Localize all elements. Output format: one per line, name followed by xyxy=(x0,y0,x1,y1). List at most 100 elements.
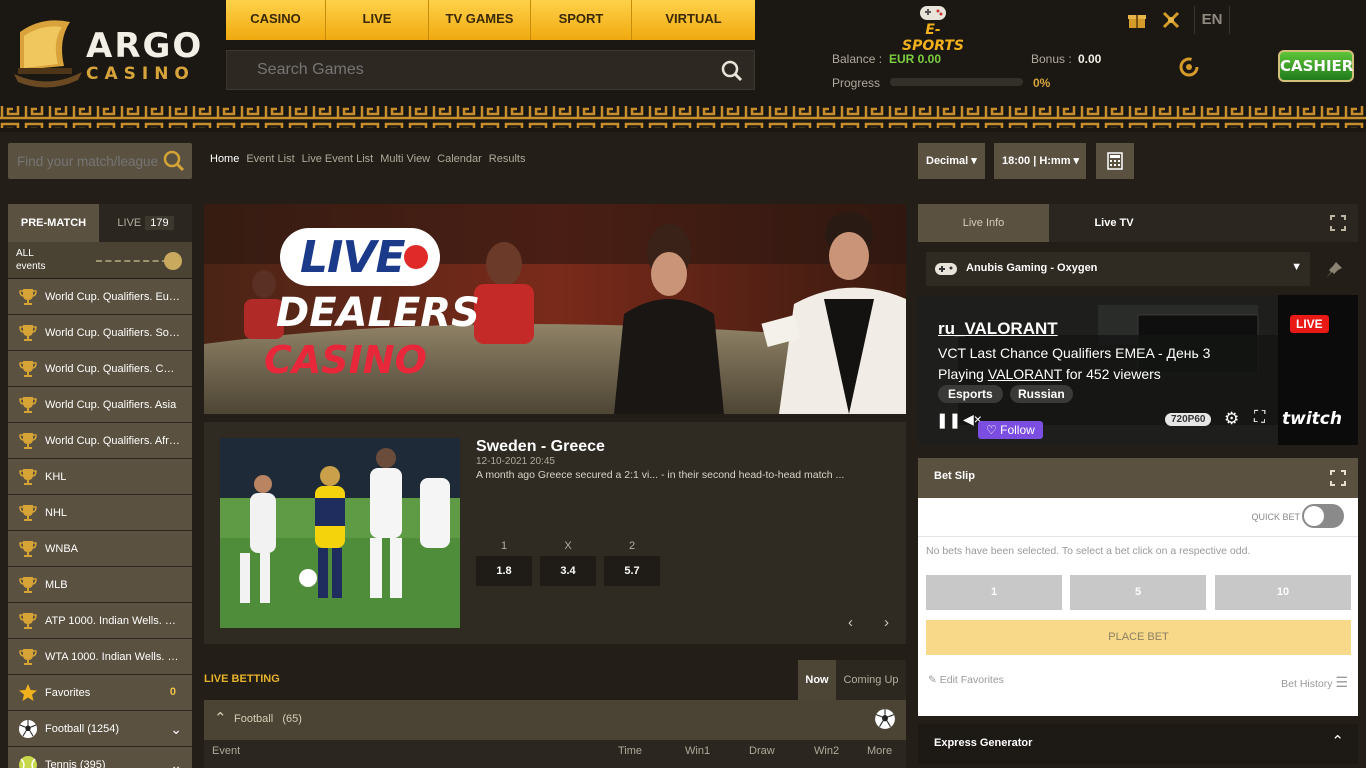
trophy-icon xyxy=(19,324,37,341)
crumb-results[interactable]: Results xyxy=(489,153,526,165)
crumb-home[interactable]: Home xyxy=(210,153,239,165)
sidebar-item-tennis[interactable]: Tennis (395) ⌄ xyxy=(8,747,192,768)
express-generator-header[interactable]: Express Generator ⌃ xyxy=(918,724,1358,764)
match-search xyxy=(8,143,192,179)
stream-tag-russian[interactable]: Russian xyxy=(1010,385,1073,403)
search-input[interactable] xyxy=(257,59,697,81)
bet-history-link[interactable]: Bet History ☰ xyxy=(1281,674,1348,691)
progress-bar xyxy=(890,78,1023,86)
crumb-live-event-list[interactable]: Live Event List xyxy=(302,153,374,165)
stream-selector[interactable]: Anubis Gaming - Oxygen ▼ xyxy=(926,252,1310,286)
col-time: Time xyxy=(618,745,643,757)
place-bet-button[interactable]: PLACE BET xyxy=(926,620,1351,655)
time-slider-track[interactable] xyxy=(96,260,168,262)
tab-live-label: LIVE xyxy=(117,217,142,229)
calculator-button[interactable] xyxy=(1096,143,1134,179)
odd-button-2[interactable]: 5.7 xyxy=(604,556,660,586)
banner-dealers-text: DEALERS xyxy=(276,290,480,336)
gift-icon[interactable] xyxy=(1120,6,1154,34)
sidebar-item-atp-indian-wells[interactable]: ATP 1000. Indian Wells. Hard xyxy=(8,603,192,639)
sport-count: (65) xyxy=(282,713,302,725)
sidebar-item-wc-south-america[interactable]: World Cup. Qualifiers. South America xyxy=(8,315,192,351)
odds-format-dropdown[interactable]: Decimal ▾ xyxy=(918,143,985,179)
stream-channel[interactable]: ru_VALORANT xyxy=(938,319,1058,339)
empty-betslip-message: No bets have been selected. To select a … xyxy=(926,545,1251,557)
sidebar-item-football[interactable]: Football (1254) ⌄ xyxy=(8,711,192,747)
chevron-up-icon[interactable]: ⌃ xyxy=(1331,732,1344,750)
bonus-label: Bonus : xyxy=(1031,52,1072,66)
crumb-event-list[interactable]: Event List xyxy=(246,153,294,165)
live-count-badge: 179 xyxy=(145,216,174,230)
nav-sport[interactable]: SPORT xyxy=(531,0,632,40)
nav-tv-games[interactable]: TV GAMES xyxy=(429,0,531,40)
settings-gear-icon[interactable]: ⚙ xyxy=(1224,409,1239,429)
match-title[interactable]: Sweden - Greece xyxy=(476,438,605,456)
nav-live-casino[interactable]: LIVE CASINO xyxy=(326,0,429,64)
quick-bet-toggle[interactable] xyxy=(1302,504,1344,528)
quality-badge[interactable]: 720P60 xyxy=(1165,413,1212,426)
time-slider-handle[interactable] xyxy=(164,252,182,270)
sidebar-item-wta-indian-wells[interactable]: WTA 1000. Indian Wells. Hard xyxy=(8,639,192,675)
chevron-up-icon[interactable]: ⌃ xyxy=(214,709,227,727)
carousel-prev-icon[interactable]: ‹ xyxy=(848,614,853,631)
tab-live-info[interactable]: Live Info xyxy=(918,204,1049,242)
chevron-down-icon[interactable]: ⌄ xyxy=(170,757,182,768)
betslip-header: Bet Slip xyxy=(918,458,1358,498)
sidebar-item-wc-europe[interactable]: World Cup. Qualifiers. Europe xyxy=(8,279,192,315)
twitch-video-player[interactable]: ru_VALORANT VCT Last Chance Qualifiers E… xyxy=(918,295,1358,445)
fullscreen-icon[interactable]: ⛶ xyxy=(1254,409,1265,427)
cashier-button[interactable]: CASHIER xyxy=(1278,50,1354,82)
time-format-dropdown[interactable]: 18:00 | H:mm ▾ xyxy=(994,143,1086,179)
stream-tag-esports[interactable]: Esports xyxy=(938,385,1003,403)
expand-icon[interactable] xyxy=(1330,470,1346,486)
odd-button-1[interactable]: 1.8 xyxy=(476,556,532,586)
sidebar-item-wc-africa[interactable]: World Cup. Qualifiers. Africa xyxy=(8,423,192,459)
twitch-logo[interactable]: twitch xyxy=(1282,409,1342,429)
esports-link[interactable]: E-SPORTS xyxy=(896,2,970,54)
tab-live-tv[interactable]: Live TV xyxy=(1049,204,1179,242)
language-selector[interactable]: EN xyxy=(1194,6,1230,34)
search-icon[interactable] xyxy=(162,149,186,173)
football-group-header[interactable]: ⌃ Football (65) xyxy=(204,700,906,740)
sidebar-item-khl[interactable]: KHL xyxy=(8,459,192,495)
chevron-down-icon[interactable]: ⌄ xyxy=(170,721,182,738)
game-search xyxy=(226,50,755,90)
sidebar-item-favorites[interactable]: Favorites 0 xyxy=(8,675,192,711)
nav-virtual-sport[interactable]: VIRTUAL SPORT xyxy=(632,0,755,64)
crumb-calendar[interactable]: Calendar xyxy=(437,153,482,165)
sidebar-item-mlb[interactable]: MLB xyxy=(8,567,192,603)
sidebar-item-label: World Cup. Qualifiers. Asia xyxy=(45,398,177,411)
favorites-count: 0 xyxy=(169,686,176,698)
tab-now[interactable]: Now xyxy=(798,660,836,700)
trophy-icon xyxy=(19,288,37,305)
stake-button-10[interactable]: 10 xyxy=(1215,575,1351,610)
sidebar-item-nhl[interactable]: NHL xyxy=(8,495,192,531)
tournament-icon[interactable] xyxy=(1154,6,1188,34)
sidebar-item-label: WNBA xyxy=(45,542,78,555)
betslip-body: QUICK BET No bets have been selected. To… xyxy=(918,498,1358,716)
sidebar-item-wc-asia[interactable]: World Cup. Qualifiers. Asia xyxy=(8,387,192,423)
tab-coming-up[interactable]: Coming Up xyxy=(836,660,906,700)
pin-icon[interactable] xyxy=(1324,260,1344,280)
search-icon[interactable] xyxy=(720,59,744,83)
trophy-icon xyxy=(19,504,37,521)
stake-button-5[interactable]: 5 xyxy=(1070,575,1206,610)
expand-icon[interactable] xyxy=(1330,215,1346,231)
tab-live[interactable]: LIVE 179 xyxy=(99,204,192,242)
follow-button[interactable]: ♡ Follow xyxy=(978,421,1043,439)
nav-casino[interactable]: CASINO xyxy=(226,0,326,40)
sidebar-item-wnba[interactable]: WNBA xyxy=(8,531,192,567)
match-search-input[interactable] xyxy=(17,151,162,171)
refresh-icon[interactable] xyxy=(1178,56,1200,78)
tab-prematch[interactable]: PRE-MATCH xyxy=(8,204,99,242)
edit-favorites-link[interactable]: ✎ Edit Favorites xyxy=(928,674,1004,686)
crumb-multi-view[interactable]: Multi View xyxy=(380,153,430,165)
pause-icon[interactable]: ❚❚ xyxy=(936,411,961,429)
stream-game-link[interactable]: VALORANT xyxy=(988,366,1062,382)
live-dealers-banner[interactable]: LIVE DEALERS CASINO xyxy=(204,204,906,414)
sidebar-item-wc-concacaf[interactable]: World Cup. Qualifiers. CONCACAF xyxy=(8,351,192,387)
stake-button-1[interactable]: 1 xyxy=(926,575,1062,610)
match-photo[interactable] xyxy=(220,438,460,628)
odd-button-x[interactable]: 3.4 xyxy=(540,556,596,586)
carousel-next-icon[interactable]: › xyxy=(884,614,889,631)
